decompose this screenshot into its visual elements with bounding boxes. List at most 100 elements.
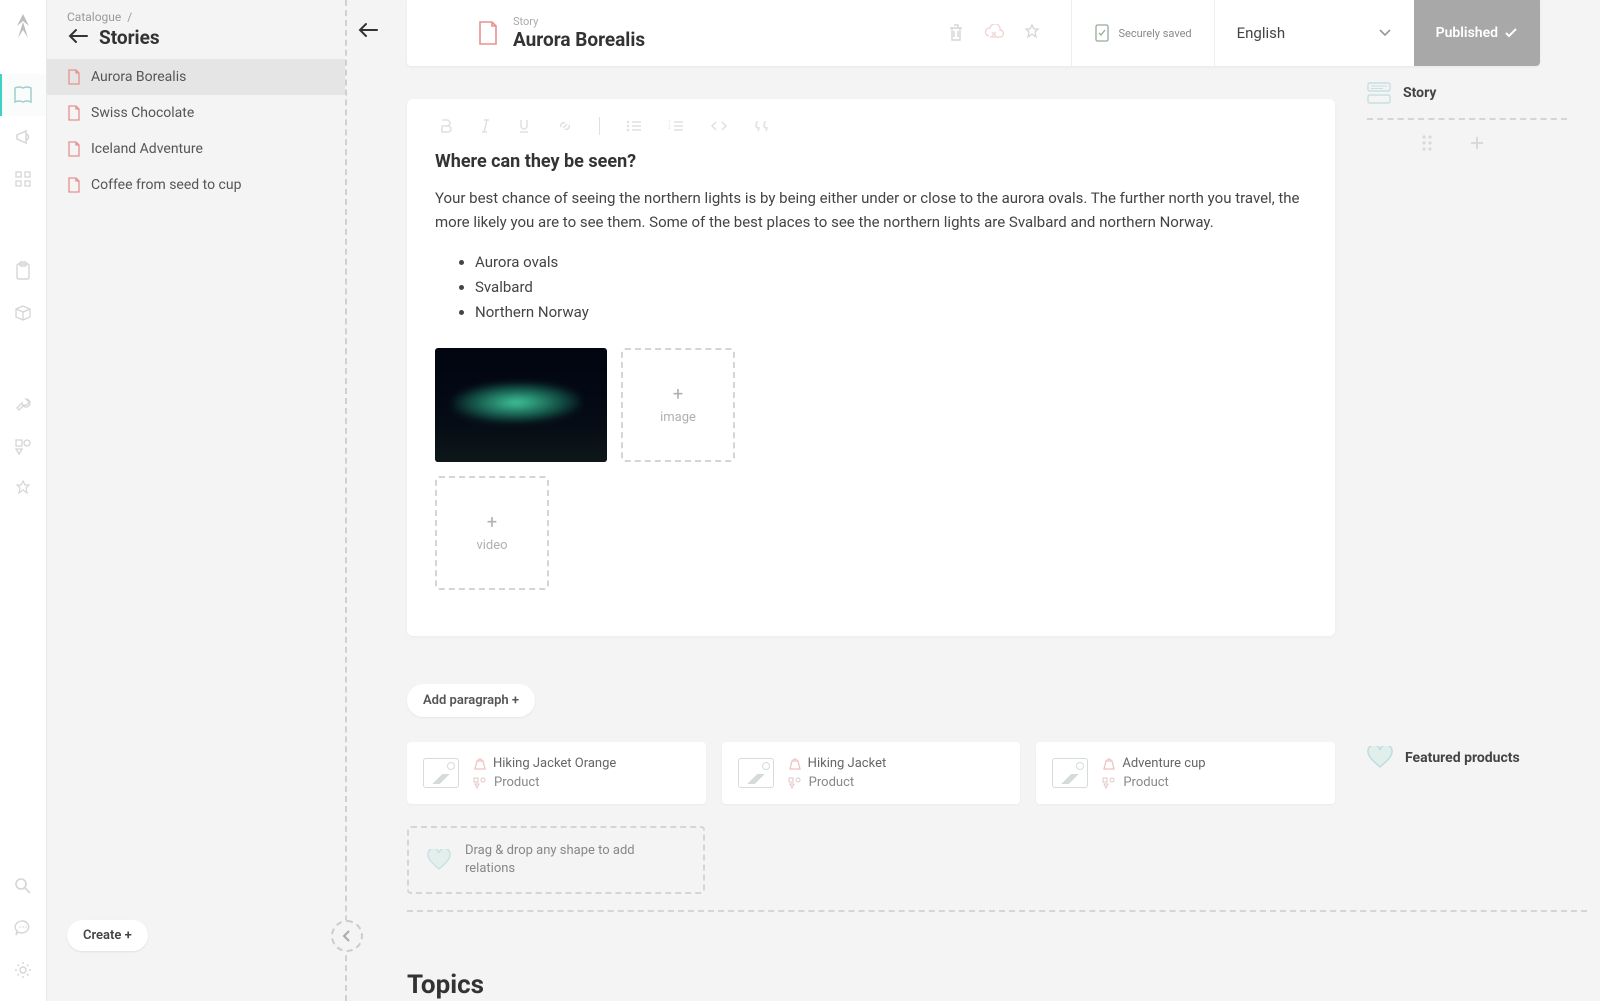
ol-icon[interactable]: 12 <box>668 119 684 133</box>
italic-icon[interactable] <box>479 118 491 134</box>
heart-icon <box>427 849 451 871</box>
rail-shapes[interactable] <box>0 426 46 468</box>
sidebar-item-label: Aurora Borealis <box>91 69 186 85</box>
save-status: Securely saved <box>1072 23 1213 43</box>
rail-clipboard[interactable] <box>0 250 46 292</box>
create-button[interactable]: Create + <box>67 920 148 951</box>
right-panel: Story <box>1367 82 1567 152</box>
document-type-label: Story <box>513 15 645 28</box>
plus-icon: + <box>673 386 683 404</box>
sidebar: Catalogue / Stories Aurora Borealis Swis… <box>47 0 347 1001</box>
rail-item-3[interactable] <box>0 158 46 200</box>
featured-product-card[interactable]: Adventure cup Product <box>1036 742 1335 804</box>
trash-icon[interactable] <box>947 23 965 43</box>
list-item: Northern Norway <box>475 300 1307 325</box>
document-icon <box>67 69 81 85</box>
sidebar-item-label: Coffee from seed to cup <box>91 177 241 193</box>
rail-item-2[interactable] <box>0 116 46 158</box>
publish-button[interactable]: Published <box>1414 0 1540 66</box>
chat-icon <box>14 919 32 937</box>
sidebar-item-aurora-borealis[interactable]: Aurora Borealis <box>47 59 345 95</box>
sidebar-item-coffee[interactable]: Coffee from seed to cup <box>47 167 345 203</box>
featured-product-card[interactable]: Hiking Jacket Product <box>722 742 1021 804</box>
rail-settings[interactable] <box>14 949 32 991</box>
sidebar-back-icon[interactable] <box>67 28 89 48</box>
featured-products-label: Featured products <box>1367 746 1520 770</box>
chevron-down-icon <box>1378 28 1392 38</box>
app-rail <box>0 0 47 1001</box>
document-icon <box>67 105 81 121</box>
ul-icon[interactable] <box>626 119 642 133</box>
back-arrow-icon <box>357 22 379 38</box>
book-icon <box>13 86 33 104</box>
search-icon <box>14 877 32 895</box>
rail-search[interactable] <box>14 865 32 907</box>
product-icon <box>1102 757 1116 771</box>
shape-icon <box>788 777 802 789</box>
image-placeholder-icon <box>423 758 459 788</box>
page-back-button[interactable] <box>357 22 379 42</box>
rail-wrench[interactable] <box>0 384 46 426</box>
grid-icon <box>15 171 31 187</box>
layout-icon <box>1367 82 1391 104</box>
content-paragraph[interactable]: Your best chance of seeing the northern … <box>435 186 1307 234</box>
shape-icon <box>1102 777 1116 789</box>
image-placeholder-icon <box>738 758 774 788</box>
drag-handle-icon[interactable] <box>1421 134 1433 152</box>
plus-icon[interactable] <box>1469 135 1485 151</box>
add-video-button[interactable]: + video <box>435 476 549 590</box>
svg-text:2: 2 <box>668 125 671 131</box>
breadcrumb[interactable]: Catalogue / <box>47 10 345 24</box>
underline-icon[interactable] <box>517 118 531 134</box>
bold-icon[interactable] <box>439 118 453 134</box>
list-item: Svalbard <box>475 275 1307 300</box>
plus-icon: + <box>487 514 497 532</box>
document-icon <box>67 141 81 157</box>
language-selector[interactable]: English <box>1214 0 1414 66</box>
content-card: 12 Where can they be seen? Your best cha… <box>407 99 1335 636</box>
document-header: Story Aurora Borealis Securely saved Eng… <box>407 0 1540 66</box>
shape-icon <box>473 777 487 789</box>
collapse-sidebar-button[interactable] <box>331 920 363 952</box>
quote-icon[interactable] <box>754 119 772 133</box>
gear-icon <box>14 961 32 979</box>
cloud-x-icon[interactable] <box>983 24 1005 42</box>
sidebar-item-iceland-adventure[interactable]: Iceland Adventure <box>47 131 345 167</box>
code-icon[interactable] <box>710 119 728 133</box>
add-image-button[interactable]: + image <box>621 348 735 462</box>
rail-chat[interactable] <box>14 907 32 949</box>
image-placeholder-icon <box>1052 758 1088 788</box>
sidebar-item-swiss-chocolate[interactable]: Swiss Chocolate <box>47 95 345 131</box>
section-divider <box>407 910 1587 912</box>
document-icon <box>477 20 499 46</box>
editor-toolbar: 12 <box>435 117 1307 135</box>
add-paragraph-button[interactable]: Add paragraph + <box>407 684 535 717</box>
save-badge-icon <box>1094 23 1110 43</box>
content-heading[interactable]: Where can they be seen? <box>435 151 1307 172</box>
rail-catalogue[interactable] <box>0 74 46 116</box>
sidebar-item-label: Iceland Adventure <box>91 141 203 157</box>
clipboard-icon <box>15 261 31 281</box>
rail-box[interactable] <box>0 292 46 334</box>
check-icon <box>1504 27 1518 39</box>
app-logo[interactable] <box>11 12 35 44</box>
star-gear-icon <box>14 480 32 498</box>
featured-product-card[interactable]: Hiking Jacket Orange Product <box>407 742 706 804</box>
document-title: Aurora Borealis <box>513 28 645 51</box>
main-area: Story Aurora Borealis Securely saved Eng… <box>347 0 1600 1001</box>
drag-drop-relations[interactable]: Drag & drop any shape to add relations <box>407 826 705 894</box>
sidebar-title: Stories <box>99 26 160 49</box>
wrench-icon <box>14 396 32 414</box>
featured-products-row: Hiking Jacket Orange Product Hiking Jack… <box>407 742 1335 804</box>
content-list[interactable]: Aurora ovals Svalbard Northern Norway <box>435 250 1307 324</box>
document-icon <box>67 177 81 193</box>
star-outline-icon[interactable] <box>1023 24 1041 42</box>
product-icon <box>788 757 802 771</box>
megaphone-icon <box>14 128 32 146</box>
heart-icon <box>1367 746 1393 770</box>
topics-heading: Topics <box>407 970 484 1000</box>
link-icon[interactable] <box>557 118 573 134</box>
sidebar-item-label: Swiss Chocolate <box>91 105 194 121</box>
content-image[interactable] <box>435 348 607 462</box>
rail-star[interactable] <box>0 468 46 510</box>
